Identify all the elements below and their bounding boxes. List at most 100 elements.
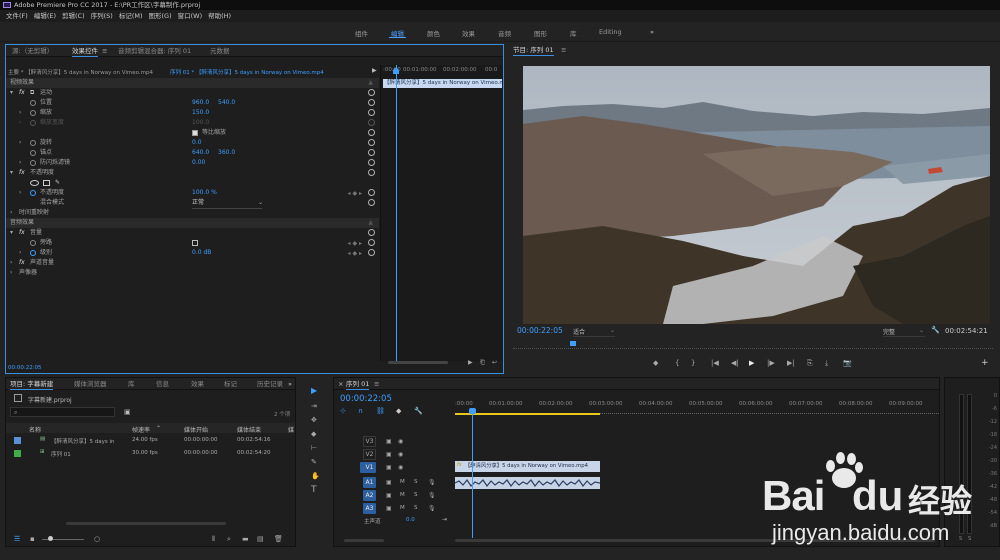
stopwatch-icon[interactable]	[30, 160, 36, 166]
workspace-editing[interactable]: 编辑	[389, 28, 406, 38]
solo-button[interactable]: S	[414, 492, 418, 499]
reset-icon[interactable]	[368, 159, 375, 166]
reset-icon[interactable]	[368, 139, 375, 146]
stopwatch-icon[interactable]	[30, 100, 36, 106]
menu-markers[interactable]: 标记(M)	[119, 12, 143, 20]
effect-channel-volume[interactable]: › fx 声道音量	[6, 258, 379, 268]
workspace-graphics[interactable]: 图形	[534, 28, 547, 38]
reset-icon[interactable]	[368, 169, 375, 176]
workspace-effects[interactable]: 效果	[462, 28, 475, 38]
param-blend-mode[interactable]: 混合模式 正常 ⌄	[6, 198, 379, 209]
tab-info[interactable]: 信息	[156, 378, 169, 390]
col-fps[interactable]: 帧速率	[132, 425, 150, 434]
menu-help[interactable]: 帮助(H)	[208, 12, 231, 20]
tab-effects[interactable]: 效果	[191, 378, 204, 390]
workspace-libraries[interactable]: 库	[570, 28, 577, 38]
reset-icon[interactable]	[368, 239, 375, 246]
track-target-v2[interactable]: V2	[363, 449, 376, 460]
expand-icon[interactable]: ›	[19, 108, 21, 118]
automate-icon[interactable]: ⫴	[212, 535, 215, 544]
reset-icon[interactable]	[368, 199, 375, 206]
param-uniform-scale[interactable]: 等比缩放	[6, 128, 379, 138]
stopwatch-icon[interactable]	[30, 190, 36, 196]
new-bin-icon[interactable]: ▣	[124, 408, 131, 416]
sort-icon[interactable]: ○	[94, 535, 100, 543]
step-forward-icon[interactable]: |▶	[767, 360, 775, 367]
type-tool-icon[interactable]: T	[311, 486, 317, 495]
stopwatch-icon[interactable]	[30, 250, 36, 256]
mark-out-icon[interactable]: }	[691, 360, 695, 367]
sort-asc-icon[interactable]: ⌃	[156, 425, 161, 432]
param-rotation[interactable]: › 旋转 0.0	[6, 138, 379, 148]
label-color-swatch[interactable]	[14, 437, 21, 444]
close-icon[interactable]: ×	[338, 378, 343, 390]
program-scrub-bar[interactable]	[513, 345, 993, 349]
ec-playhead-handle[interactable]	[393, 68, 399, 74]
rectangle-mask-icon[interactable]	[43, 180, 50, 186]
ec-clip-bar[interactable]: 【醉清风分享】5 days in Norway on Vimeo.mp4	[383, 79, 502, 88]
position-y[interactable]: 540.0	[218, 98, 235, 108]
extract-icon[interactable]: ⤓	[825, 360, 828, 367]
clear-icon[interactable]: 🗑	[274, 535, 283, 543]
reset-icon[interactable]	[368, 89, 375, 96]
reset-icon[interactable]	[368, 229, 375, 236]
settings-wrench-icon[interactable]: 🔧	[414, 407, 423, 415]
step-back-icon[interactable]: ◀|	[731, 360, 739, 367]
reset-icon[interactable]	[368, 189, 375, 196]
expand-icon[interactable]: ›	[10, 258, 12, 268]
slip-tool-icon[interactable]: ⊢	[311, 445, 317, 452]
track-target-v3[interactable]: V3	[363, 436, 376, 447]
sync-lock-icon[interactable]: ▣	[386, 479, 392, 486]
mic-icon[interactable]: 🎙	[428, 479, 436, 486]
param-anchor[interactable]: 锚点 640.0 360.0	[6, 148, 379, 158]
scroll-icon[interactable]: ↩	[492, 359, 497, 366]
track-scrollbar[interactable]	[344, 539, 384, 542]
audio-clip[interactable]	[455, 477, 600, 489]
pen-mask-icon[interactable]: ✎	[55, 178, 60, 188]
timeline-playhead-handle[interactable]	[469, 408, 476, 414]
find-icon[interactable]: ⌕	[227, 535, 231, 544]
expand-icon[interactable]: ›	[10, 208, 12, 218]
timeline-playhead[interactable]	[472, 408, 473, 538]
mute-button[interactable]: M	[400, 505, 405, 512]
zoom-slider-handle[interactable]	[48, 536, 53, 541]
camera-icon[interactable]: 📷	[843, 360, 852, 367]
workspace-editing-custom[interactable]: Editing	[599, 28, 622, 36]
timeline-timecode[interactable]: 00:00:22:05	[340, 394, 392, 404]
ripple-edit-tool-icon[interactable]: ✥	[311, 417, 317, 424]
solo-button[interactable]: S	[414, 505, 418, 512]
col-more[interactable]: 媒	[288, 425, 294, 434]
clip-name[interactable]: 【醉清风分享】5 days in	[51, 437, 131, 445]
fx-icon[interactable]: fx	[19, 168, 25, 178]
track-target-a3[interactable]: A3	[363, 503, 376, 514]
sync-lock-icon[interactable]: ▣	[386, 464, 392, 471]
workspace-color[interactable]: 颜色	[427, 28, 440, 38]
col-media-end[interactable]: 媒体结束	[237, 425, 261, 434]
fx-icon[interactable]: fx	[19, 228, 25, 238]
tab-media-browser[interactable]: 媒体浏览器	[74, 378, 107, 390]
scale-value[interactable]: 150.0	[192, 108, 209, 118]
tab-menu-icon[interactable]: ≡	[561, 44, 566, 56]
workspace-more-icon[interactable]: »	[650, 28, 654, 36]
expand-icon[interactable]: ›	[19, 138, 21, 148]
col-media-start[interactable]: 媒体开始	[184, 425, 208, 434]
sequence-name[interactable]: 序列 01	[51, 450, 71, 458]
disclosure-icon[interactable]: ▾	[10, 168, 13, 178]
param-antiflicker[interactable]: › 防闪烁滤镜 0.00	[6, 158, 379, 168]
param-position[interactable]: 位置 960.0 540.0	[6, 98, 379, 108]
play-only-icon[interactable]: ▶	[372, 67, 377, 74]
stopwatch-icon[interactable]	[30, 140, 36, 146]
add-button-icon[interactable]: +	[981, 358, 989, 368]
chevron-down-icon[interactable]: ⌄	[258, 198, 263, 208]
sync-lock-icon[interactable]: ▣	[386, 451, 392, 458]
menu-sequence[interactable]: 序列(S)	[91, 12, 113, 20]
pen-tool-icon[interactable]: ✎	[311, 459, 317, 466]
effect-motion[interactable]: ▾ fx ⧉ 运动	[6, 88, 379, 98]
work-area-bar[interactable]	[455, 413, 600, 415]
mute-button[interactable]: M	[400, 479, 405, 486]
tab-audio-clip-mixer[interactable]: 音频剪辑混合器: 序列 01	[118, 45, 191, 57]
reset-icon[interactable]	[368, 149, 375, 156]
param-opacity[interactable]: › 不透明度 100.0 % ◂ ◆ ▸	[6, 188, 379, 198]
effect-opacity[interactable]: ▾ fx 不透明度	[6, 168, 379, 178]
reset-icon[interactable]	[368, 129, 375, 136]
